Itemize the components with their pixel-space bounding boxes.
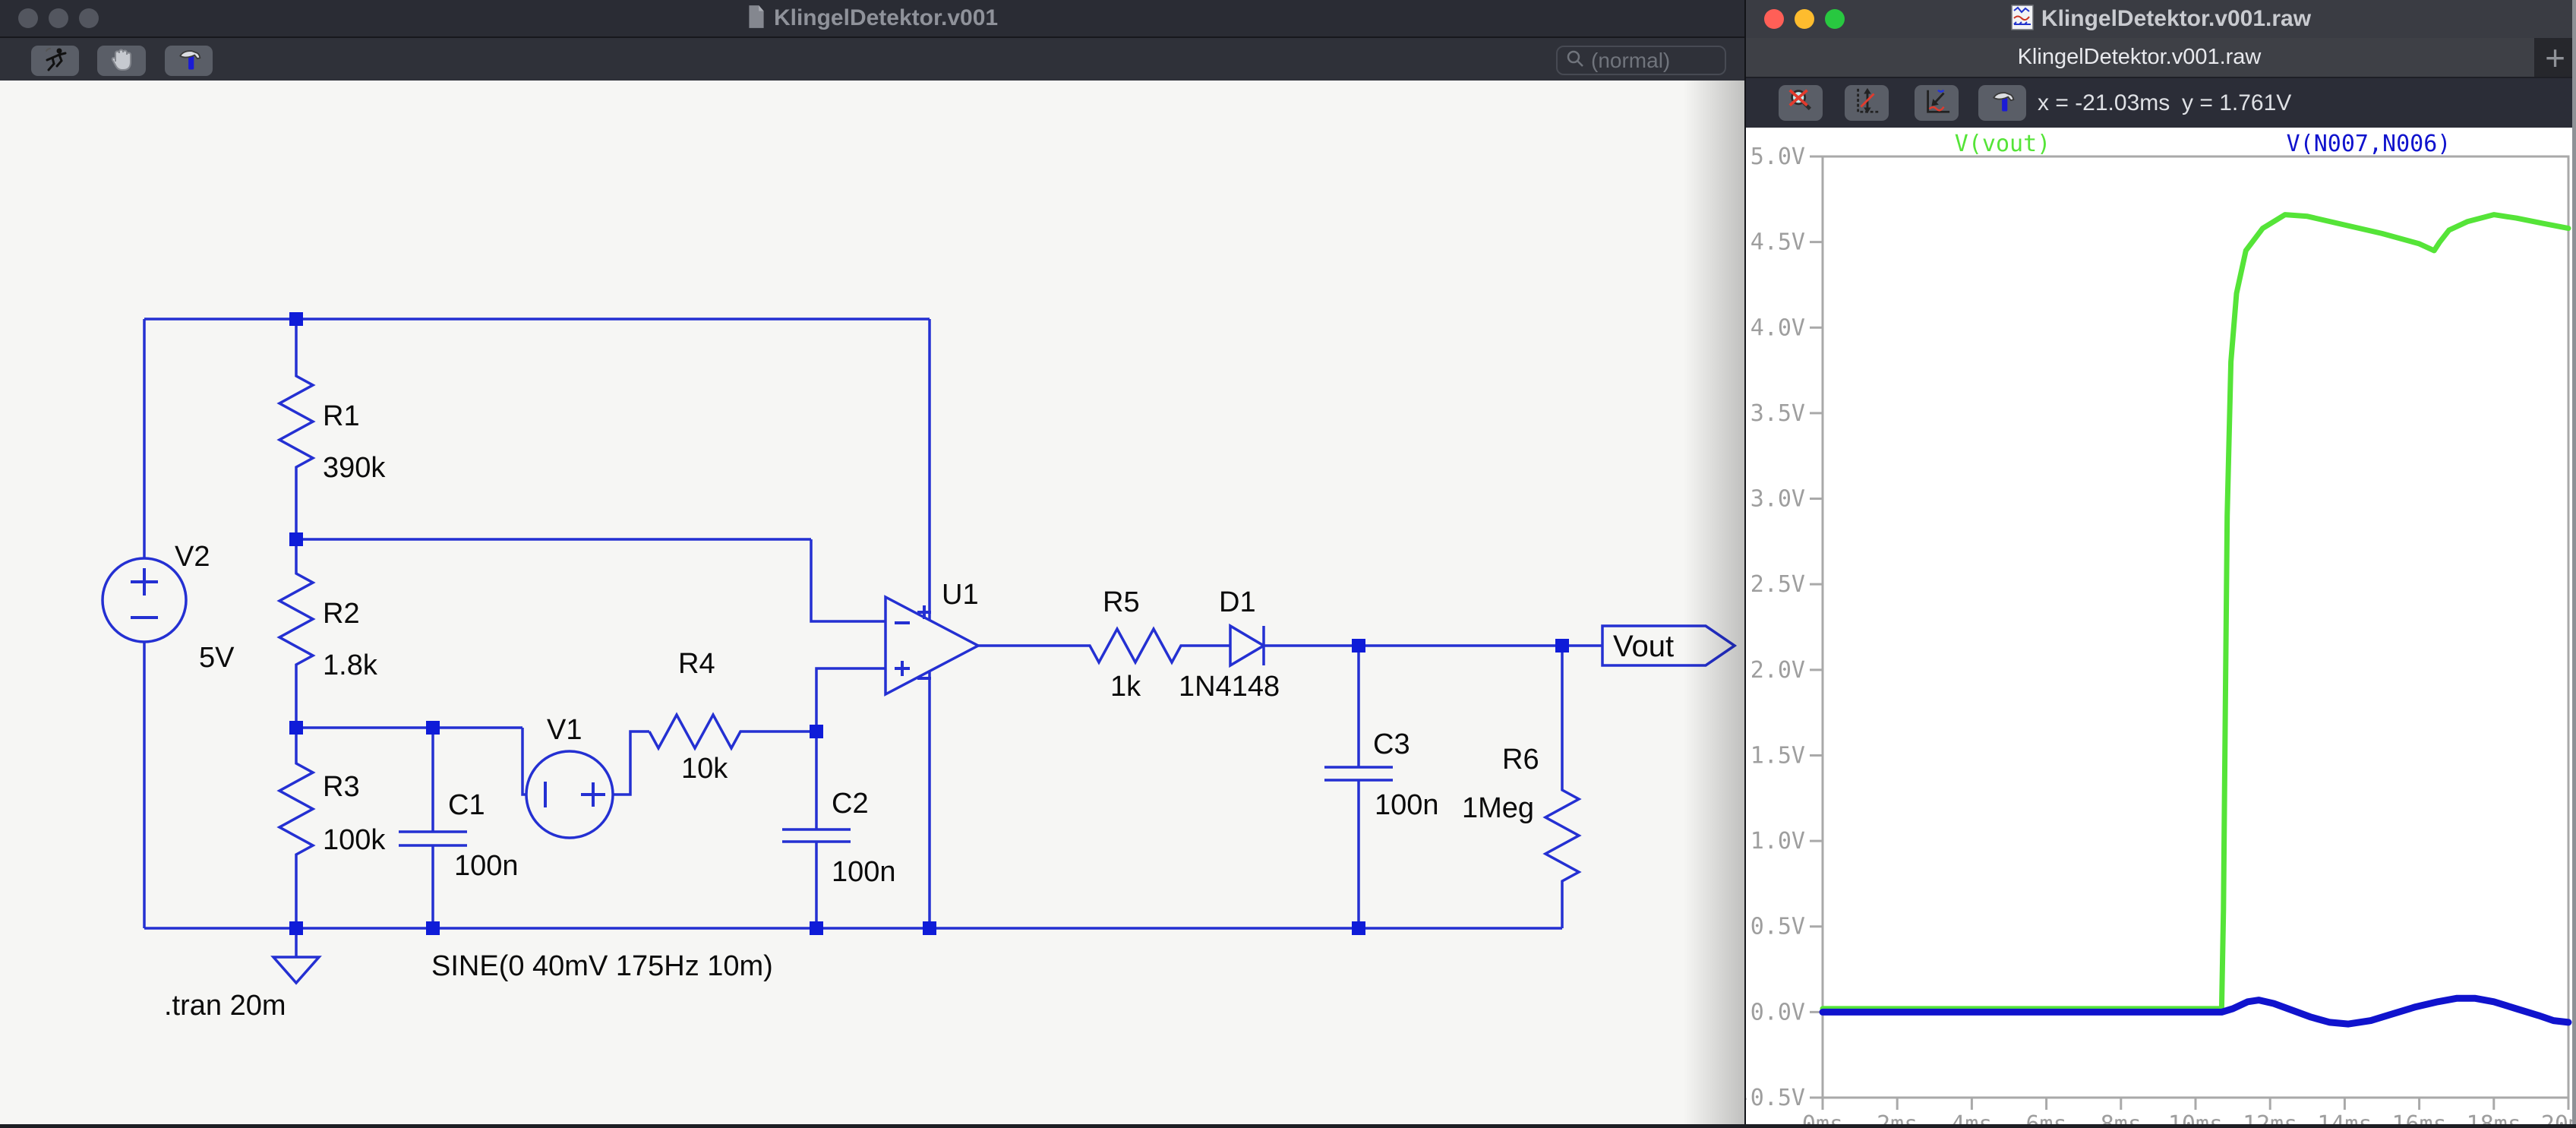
zoom-previous-icon (1922, 87, 1951, 119)
left-toolbar (0, 36, 1744, 81)
svg-text:1k: 1k (1110, 671, 1141, 703)
window-title: KlingelDetektor.v001 (774, 5, 998, 31)
search-field[interactable] (1556, 46, 1726, 75)
y-tick-label: 1.5V (1750, 742, 1805, 769)
svg-text:100n: 100n (454, 850, 519, 882)
run-button[interactable] (31, 46, 79, 76)
x-tick-label: 14ms (2317, 1111, 2372, 1124)
y-tick-label: 0.5V (1750, 914, 1805, 940)
svg-text:Vout: Vout (1613, 630, 1674, 663)
pan-button[interactable] (97, 46, 146, 76)
document-icon (747, 5, 766, 33)
svg-text:1Meg: 1Meg (1462, 792, 1534, 824)
window-edge (2572, 0, 2576, 1124)
add-tab-button[interactable]: + (2534, 38, 2576, 77)
y-tick-label: 1.0V (1750, 828, 1805, 855)
svg-text:1N4148: 1N4148 (1179, 671, 1280, 703)
search-input[interactable] (1591, 49, 1713, 73)
svg-text:C1: C1 (448, 789, 485, 821)
hammer-icon (1988, 87, 2017, 118)
x-tick-label: 8ms (2101, 1111, 2142, 1124)
run-icon (42, 46, 69, 76)
search-icon (1565, 49, 1585, 72)
y-tick-label: 5.0V (1750, 144, 1805, 170)
right-toolbar: x = -21.03ms y = 1.761V (1746, 78, 2576, 128)
svg-text:R3: R3 (323, 771, 360, 803)
zoom-undo-button[interactable] (1779, 85, 1823, 121)
plot-settings-button[interactable] (1978, 85, 2026, 121)
waveform-doc-icon (2011, 5, 2034, 34)
component-V2[interactable]: V2 5V (103, 541, 235, 674)
svg-text:5V: 5V (199, 642, 235, 674)
right-titlebar[interactable]: KlingelDetektor.v001.raw (1746, 0, 2576, 38)
svg-text:R2: R2 (323, 598, 360, 630)
x-tick-label: 2ms (1877, 1111, 1918, 1124)
svg-text:C2: C2 (832, 788, 869, 820)
x-tick-label: 18ms (2467, 1111, 2521, 1124)
svg-text:100n: 100n (832, 856, 896, 888)
x-tick-label: 0ms (1802, 1111, 1843, 1124)
legend-vout[interactable]: V(vout) (1955, 131, 2050, 157)
cursor-x-readout: x = -21.03ms (2038, 78, 2170, 128)
y-tick-label: 2.0V (1750, 657, 1805, 684)
x-tick-label: 20ms (2541, 1111, 2576, 1124)
hammer-icon (175, 46, 204, 77)
svg-text:390k: 390k (323, 452, 386, 484)
waveform-window: KlingelDetektor.v001.raw KlingelDetektor… (1744, 0, 2576, 1124)
svg-text:100n: 100n (1375, 789, 1439, 821)
legend-n007-n006[interactable]: V(N007,N006) (2287, 131, 2451, 157)
svg-text:D1: D1 (1219, 586, 1256, 618)
tab-waveform[interactable]: KlingelDetektor.v001.raw (1746, 38, 2533, 77)
tools-button[interactable] (165, 46, 213, 76)
svg-text:R4: R4 (678, 648, 715, 680)
y-tick-label: 4.5V (1750, 229, 1805, 256)
tab-bar: KlingelDetektor.v001.raw + (1746, 38, 2576, 78)
x-tick-label: 6ms (2026, 1111, 2067, 1124)
left-titlebar[interactable]: KlingelDetektor.v001 (0, 0, 1744, 36)
y-tick-label: -0.5V (1746, 1085, 1805, 1111)
svg-text:R1: R1 (323, 400, 360, 432)
sine-directive: SINE(0 40mV 175Hz 10m) (431, 950, 773, 982)
schematic: V2 5V V1 SINE(0 40mV 175Hz 10m) U1 D1 (0, 81, 1744, 1124)
svg-text:C3: C3 (1373, 728, 1410, 760)
x-tick-label: 16ms (2391, 1111, 2446, 1124)
cursor-y-readout: y = 1.761V (2182, 78, 2291, 128)
svg-text:1.8k: 1.8k (323, 649, 378, 681)
plot-box (1823, 156, 2568, 1098)
svg-text:R5: R5 (1103, 586, 1140, 618)
y-tick-label: 4.0V (1750, 314, 1805, 341)
x-tick-label: 10ms (2168, 1111, 2223, 1124)
pan-hand-icon (109, 46, 134, 76)
component-U1[interactable]: U1 (886, 579, 979, 694)
zoom-previous-button[interactable] (1915, 85, 1959, 121)
svg-text:10k: 10k (681, 753, 728, 785)
x-tick-label: 12ms (2243, 1111, 2297, 1124)
svg-text:R6: R6 (1502, 744, 1539, 776)
svg-text:V1: V1 (547, 714, 582, 746)
schematic-window: KlingelDetektor.v001 (0, 0, 1744, 1124)
tran-directive: .tran 20m (164, 990, 286, 1022)
plot-panel[interactable]: V(vout) V(N007,N006) 5.0V 4.5V 4.0V 3.5V 3.0… (1746, 128, 2576, 1124)
y-tick-label: 3.5V (1750, 400, 1805, 427)
window-shadow (1684, 81, 1744, 1124)
window-title: KlingelDetektor.v001.raw (2041, 6, 2311, 32)
y-tick-label: 0.0V (1750, 999, 1805, 1025)
y-tick-label: 2.5V (1750, 571, 1805, 598)
autorange-button[interactable] (1845, 85, 1889, 121)
autorange-icon (1852, 87, 1881, 119)
svg-text:V2: V2 (175, 541, 210, 573)
svg-text:100k: 100k (323, 824, 386, 856)
zoom-undo-icon (1786, 87, 1815, 119)
y-tick-label: 3.0V (1750, 486, 1805, 513)
schematic-canvas[interactable]: V2 5V V1 SINE(0 40mV 175Hz 10m) U1 D1 (0, 81, 1744, 1124)
svg-text:U1: U1 (942, 579, 979, 611)
waveform-plot[interactable]: 5.0V 4.5V 4.0V 3.5V 3.0V 2.5V 2.0V 1.5V 1.0V 0.5V… (1746, 128, 2576, 1124)
x-tick-label: 4ms (1951, 1111, 1992, 1124)
